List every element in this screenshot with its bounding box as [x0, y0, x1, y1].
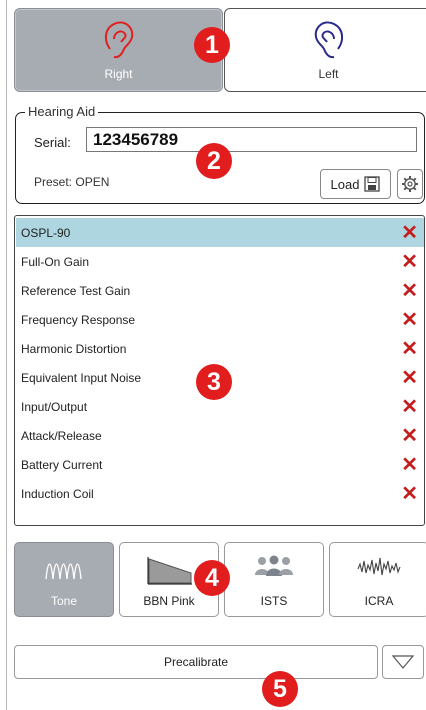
remove-icon[interactable]: ✕ [401, 368, 418, 388]
test-label: Frequency Response [21, 312, 136, 327]
save-disk-icon [364, 176, 381, 192]
test-row-frequency-response[interactable]: Frequency Response ✕ [16, 305, 424, 334]
signal-label: BBN Pink [143, 594, 195, 608]
signal-label: ICRA [364, 594, 394, 608]
preset-label: Preset: [34, 175, 73, 189]
callout-badge-4: 4 [194, 560, 230, 596]
test-row-battery-current[interactable]: Battery Current ✕ [16, 450, 424, 479]
preset-value: OPEN [75, 175, 110, 189]
signal-icra-button[interactable]: ICRA [329, 542, 426, 617]
right-ear-button[interactable]: Right [14, 8, 223, 92]
precalibrate-button[interactable]: Precalibrate [14, 645, 378, 679]
waveform-icon [357, 557, 401, 576]
test-label: Attack/Release [21, 428, 102, 443]
serial-input[interactable]: 123456789 [86, 127, 417, 152]
signal-ists-button[interactable]: ISTS [224, 542, 324, 617]
left-ear-button[interactable]: Left [224, 8, 426, 92]
remove-icon[interactable]: ✕ [401, 455, 418, 475]
load-label: Load [330, 176, 360, 192]
test-label: Harmonic Distortion [21, 341, 127, 356]
people-icon [255, 555, 293, 576]
test-label: Full-On Gain [21, 254, 90, 269]
remove-icon[interactable]: ✕ [401, 252, 418, 272]
serial-label: Serial: [34, 135, 71, 150]
remove-icon[interactable]: ✕ [401, 310, 418, 330]
test-row-attack-release[interactable]: Attack/Release ✕ [16, 421, 424, 450]
sine-wave-icon [45, 563, 82, 580]
triangle-down-icon [392, 655, 414, 669]
test-label: Equivalent Input Noise [21, 370, 142, 385]
test-row-ospl-90[interactable]: OSPL-90 ✕ [16, 218, 424, 247]
signal-label: ISTS [260, 594, 288, 608]
callout-badge-2: 2 [196, 143, 232, 179]
left-ear-icon [314, 21, 343, 59]
right-ear-icon [104, 21, 133, 59]
pink-noise-icon [147, 557, 192, 585]
left-ear-label: Left [318, 67, 339, 81]
test-label: Battery Current [21, 457, 103, 472]
signal-label: Tone [50, 594, 78, 608]
test-row-induction-coil[interactable]: Induction Coil ✕ [16, 479, 424, 508]
load-button[interactable]: Load [320, 169, 391, 199]
remove-icon[interactable]: ✕ [401, 426, 418, 446]
remove-icon[interactable]: ✕ [401, 339, 418, 359]
gear-icon [402, 176, 418, 192]
callout-badge-5: 5 [262, 671, 298, 707]
hearing-aid-legend: Hearing Aid [25, 104, 99, 119]
test-row-full-on-gain[interactable]: Full-On Gain ✕ [16, 247, 424, 276]
remove-icon[interactable]: ✕ [401, 484, 418, 504]
right-ear-label: Right [104, 67, 133, 81]
callout-badge-1: 1 [194, 27, 230, 63]
test-row-reference-test-gain[interactable]: Reference Test Gain ✕ [16, 276, 424, 305]
test-row-harmonic-distortion[interactable]: Harmonic Distortion ✕ [16, 334, 424, 363]
remove-icon[interactable]: ✕ [401, 397, 418, 417]
settings-button[interactable] [397, 169, 423, 199]
test-label: Induction Coil [21, 486, 94, 501]
test-label: Reference Test Gain [21, 283, 131, 298]
test-label: OSPL-90 [21, 225, 71, 240]
precalibrate-dropdown[interactable] [382, 645, 424, 679]
remove-icon[interactable]: ✕ [401, 223, 418, 243]
panel-divider [6, 0, 7, 710]
callout-badge-3: 3 [196, 364, 232, 400]
signal-tone-button[interactable]: Tone [14, 542, 114, 617]
remove-icon[interactable]: ✕ [401, 281, 418, 301]
preset-text: Preset: OPEN [34, 175, 109, 189]
test-label: Input/Output [21, 399, 88, 414]
